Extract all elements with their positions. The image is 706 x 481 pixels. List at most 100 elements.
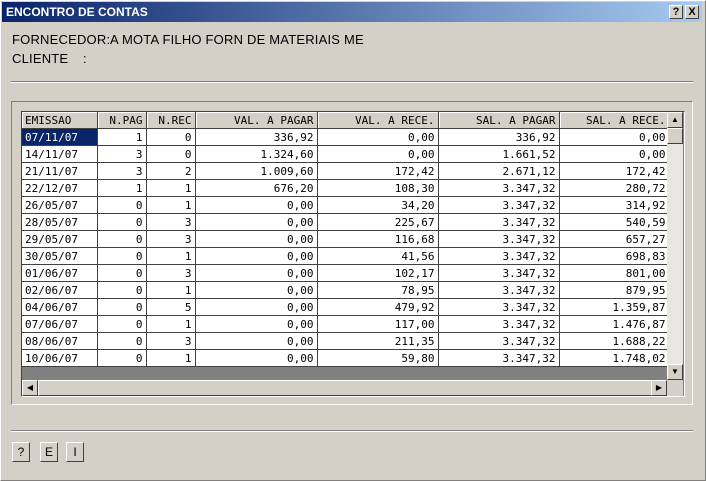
table-cell[interactable]: 0	[97, 281, 147, 299]
column-header-val-a-rece[interactable]: VAL. A RECE.	[317, 112, 439, 129]
table-row[interactable]: 28/05/07 0 3 0,00 225,67 3.347,32 540,59	[22, 213, 670, 231]
table-cell[interactable]: 0,00	[559, 128, 670, 146]
table-cell[interactable]: 0,00	[559, 145, 670, 163]
vertical-scroll-thumb[interactable]	[667, 128, 683, 144]
table-row[interactable]: 26/05/07 0 1 0,00 34,20 3.347,32 314,92	[22, 196, 670, 214]
table-cell[interactable]: 10/06/07	[22, 349, 98, 367]
i-button[interactable]: I	[66, 442, 84, 462]
table-cell[interactable]: 0	[97, 196, 147, 214]
table-cell[interactable]: 479,92	[317, 298, 439, 316]
table-cell[interactable]: 3	[146, 332, 196, 350]
table-cell[interactable]: 0,00	[195, 230, 318, 248]
table-cell[interactable]: 2.671,12	[438, 162, 560, 180]
table-cell[interactable]: 0	[97, 332, 147, 350]
table-cell[interactable]: 211,35	[317, 332, 439, 350]
table-cell[interactable]: 1	[146, 196, 196, 214]
table-cell[interactable]: 02/06/07	[22, 281, 98, 299]
table-cell[interactable]: 3	[146, 213, 196, 231]
table-cell[interactable]: 3.347,32	[438, 179, 560, 197]
table-cell[interactable]: 3.347,32	[438, 315, 560, 333]
help-button[interactable]: ?	[12, 442, 30, 462]
table-cell[interactable]: 0,00	[195, 281, 318, 299]
table-row[interactable]: 01/06/07 0 3 0,00 102,17 3.347,32 801,00	[22, 264, 670, 282]
table-cell[interactable]: 3.347,32	[438, 349, 560, 367]
table-cell[interactable]: 314,92	[559, 196, 670, 214]
table-row[interactable]: 02/06/07 0 1 0,00 78,95 3.347,32 879,95	[22, 281, 670, 299]
table-cell[interactable]: 21/11/07	[22, 162, 98, 180]
table-cell[interactable]: 879,95	[559, 281, 670, 299]
table-cell[interactable]: 08/06/07	[22, 332, 98, 350]
table-cell[interactable]: 172,42	[317, 162, 439, 180]
table-cell[interactable]: 41,56	[317, 247, 439, 265]
table-cell[interactable]: 59,80	[317, 349, 439, 367]
table-cell[interactable]: 1	[97, 128, 147, 146]
table-cell[interactable]: 3.347,32	[438, 196, 560, 214]
table-row[interactable]: 07/11/07 1 0 336,92 0,00 336,92 0,00	[22, 128, 670, 146]
table-cell[interactable]: 280,72	[559, 179, 670, 197]
table-cell[interactable]: 78,95	[317, 281, 439, 299]
table-cell[interactable]: 3	[97, 162, 147, 180]
table-cell[interactable]: 172,42	[559, 162, 670, 180]
table-cell[interactable]: 540,59	[559, 213, 670, 231]
table-cell[interactable]: 0	[146, 145, 196, 163]
table-cell[interactable]: 1.476,87	[559, 315, 670, 333]
table-row[interactable]: 10/06/07 0 1 0,00 59,80 3.347,32 1.748,02	[22, 349, 670, 367]
table-cell[interactable]: 26/05/07	[22, 196, 98, 214]
table-cell[interactable]: 0	[97, 213, 147, 231]
table-cell[interactable]: 14/11/07	[22, 145, 98, 163]
table-cell[interactable]: 3.347,32	[438, 213, 560, 231]
table-cell[interactable]: 108,30	[317, 179, 439, 197]
table-cell[interactable]: 0	[97, 264, 147, 282]
table-cell[interactable]: 1.324,60	[195, 145, 318, 163]
table-cell[interactable]: 0	[97, 230, 147, 248]
table-cell[interactable]: 0	[97, 298, 147, 316]
table-cell[interactable]: 3.347,32	[438, 298, 560, 316]
table-cell[interactable]: 0,00	[195, 298, 318, 316]
table-cell[interactable]: 1.009,60	[195, 162, 318, 180]
table-cell[interactable]: 116,68	[317, 230, 439, 248]
table-row[interactable]: 29/05/07 0 3 0,00 116,68 3.347,32 657,27	[22, 230, 670, 248]
table-cell[interactable]: 1	[146, 247, 196, 265]
column-header-sal-a-rece[interactable]: SAL. A RECE.	[559, 112, 670, 129]
table-row[interactable]: 14/11/07 3 0 1.324,60 0,00 1.661,52 0,00	[22, 145, 670, 163]
accounts-grid[interactable]: EMISSAO N.PAG N.REC VAL. A PAGAR VAL. A …	[21, 111, 685, 397]
table-cell[interactable]: 3	[146, 264, 196, 282]
table-cell[interactable]: 0,00	[195, 332, 318, 350]
table-cell[interactable]: 28/05/07	[22, 213, 98, 231]
table-cell[interactable]: 1.748,02	[559, 349, 670, 367]
table-cell[interactable]: 2	[146, 162, 196, 180]
table-cell[interactable]: 801,00	[559, 264, 670, 282]
table-cell[interactable]: 0,00	[195, 213, 318, 231]
table-cell[interactable]: 5	[146, 298, 196, 316]
table-cell[interactable]: 0,00	[195, 196, 318, 214]
table-cell[interactable]: 117,00	[317, 315, 439, 333]
table-cell[interactable]: 3.347,32	[438, 230, 560, 248]
table-cell[interactable]: 3.347,32	[438, 247, 560, 265]
table-cell[interactable]: 0	[146, 128, 196, 146]
column-header-sal-a-pagar[interactable]: SAL. A PAGAR	[438, 112, 560, 129]
table-cell[interactable]: 0,00	[195, 247, 318, 265]
table-row[interactable]: 30/05/07 0 1 0,00 41,56 3.347,32 698,83	[22, 247, 670, 265]
table-cell[interactable]: 1.661,52	[438, 145, 560, 163]
help-title-button[interactable]: ?	[669, 5, 683, 19]
table-cell[interactable]: 3.347,32	[438, 332, 560, 350]
table-cell[interactable]: 676,20	[195, 179, 318, 197]
vertical-scrollbar[interactable]: ▲ ▼	[667, 112, 683, 380]
table-cell[interactable]: 1	[146, 281, 196, 299]
e-button[interactable]: E	[40, 442, 58, 462]
table-cell[interactable]: 29/05/07	[22, 230, 98, 248]
scroll-down-arrow-icon[interactable]: ▼	[667, 364, 683, 380]
table-cell[interactable]: 336,92	[195, 128, 318, 146]
scroll-up-arrow-icon[interactable]: ▲	[667, 112, 683, 128]
table-cell[interactable]: 225,67	[317, 213, 439, 231]
table-row[interactable]: 08/06/07 0 3 0,00 211,35 3.347,32 1.688,22	[22, 332, 670, 350]
scroll-right-arrow-icon[interactable]: ▶	[651, 380, 667, 396]
table-cell[interactable]: 1	[146, 315, 196, 333]
column-header-n-rec[interactable]: N.REC	[146, 112, 196, 129]
horizontal-scroll-thumb[interactable]	[38, 380, 652, 396]
table-cell[interactable]: 0	[97, 315, 147, 333]
table-cell[interactable]: 3.347,32	[438, 264, 560, 282]
table-row[interactable]: 22/12/07 1 1 676,20 108,30 3.347,32 280,72	[22, 179, 670, 197]
table-cell[interactable]: 698,83	[559, 247, 670, 265]
table-cell[interactable]: 336,92	[438, 128, 560, 146]
